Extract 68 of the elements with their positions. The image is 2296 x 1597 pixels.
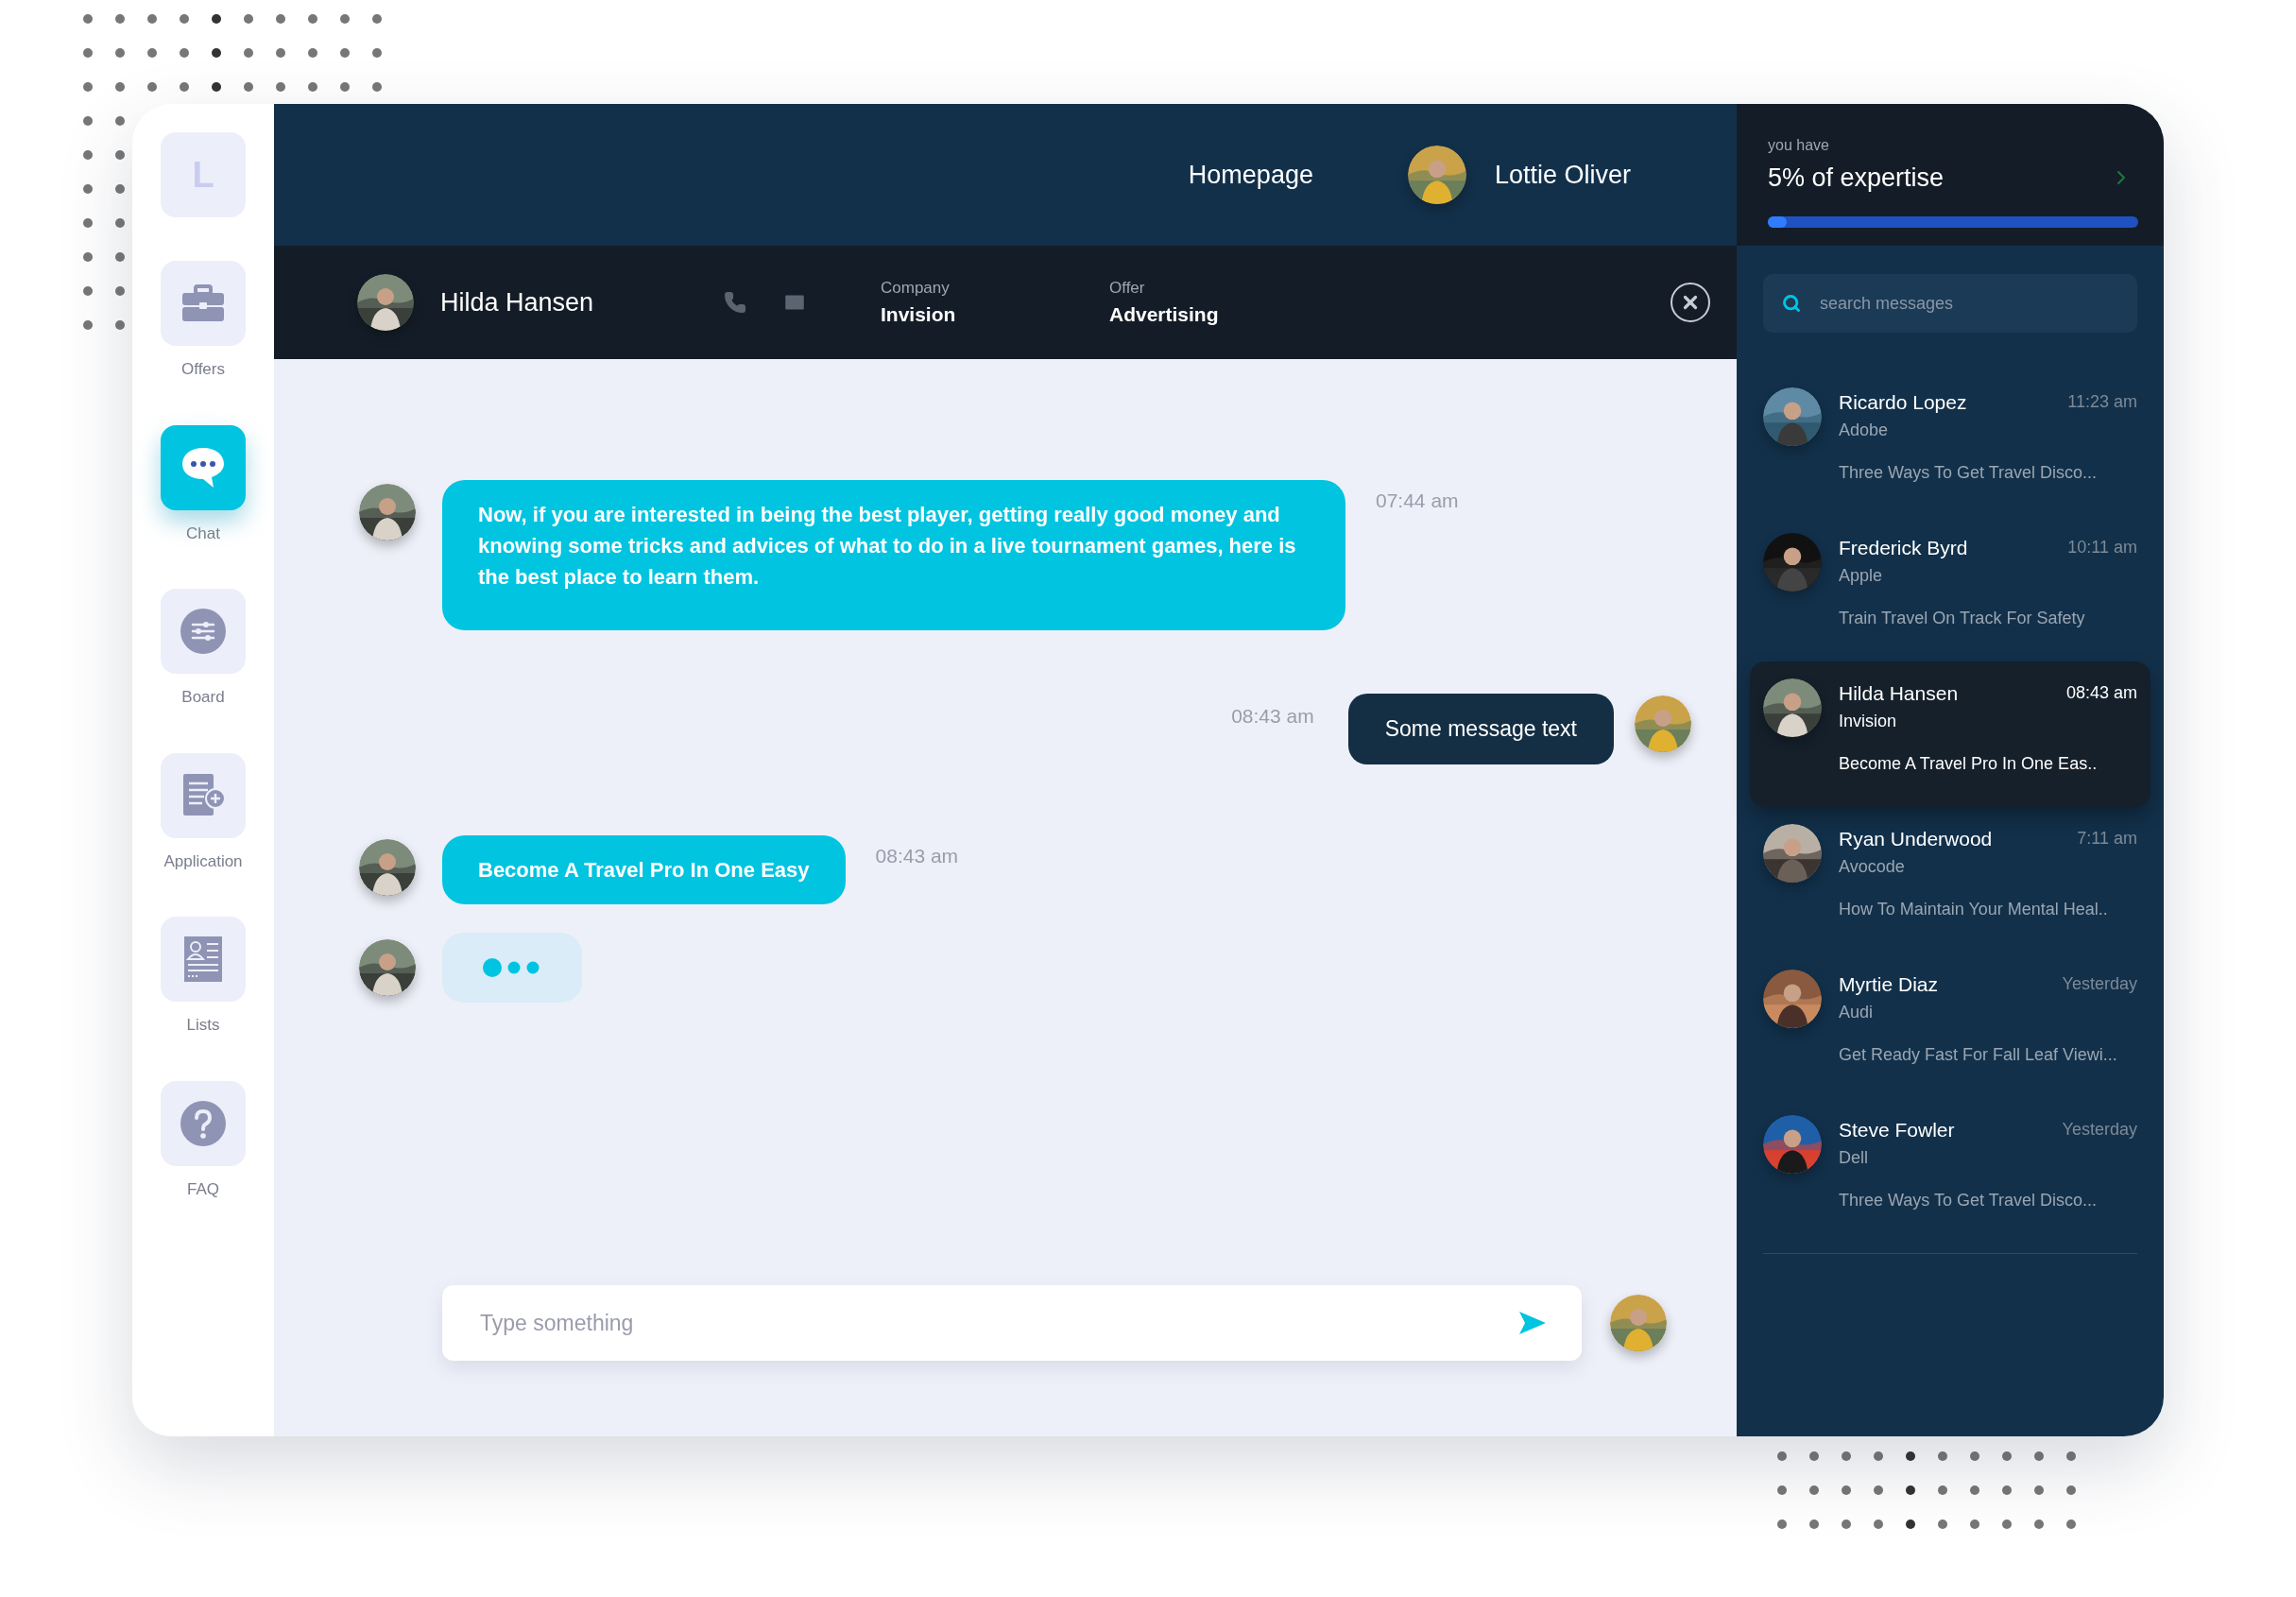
message-preview: Three Ways To Get Travel Disco... [1839, 1189, 2099, 1211]
field-value: Invision [881, 302, 957, 327]
sidebar-tab[interactable] [161, 261, 246, 346]
phone-icon[interactable] [724, 291, 746, 314]
incoming-message: Now, if you are interested in being the best player, getting really good money and knowing some tricks and advices of what to do in a live tournament games, here is the best place to learn them. [442, 480, 1345, 630]
sidebar-tab[interactable] [161, 917, 246, 1002]
search-icon [1782, 294, 1801, 313]
homepage-link[interactable]: Homepage [1188, 155, 1313, 195]
conversation-time: Yesterday [2062, 1119, 2137, 1142]
send-icon[interactable] [1517, 1310, 1548, 1336]
incoming-message: Become A Travel Pro In One Easy [442, 834, 846, 904]
contact-name: Hilda Hansen [440, 286, 595, 318]
conversation-item[interactable]: Myrtie Diaz Yesterday Audi Get Ready Fast For Fall Leaf Viewi... [1750, 953, 2150, 1098]
contact-name: Ryan Underwood [1839, 827, 1993, 851]
contact-name: Myrtie Diaz [1839, 972, 1938, 997]
company-name: Audi [1839, 1001, 1875, 1023]
conversation-item[interactable]: Steve Fowler Yesterday Dell Three Ways To Get Travel Disco... [1750, 1098, 2150, 1244]
conversation-time: 11:23 am [2067, 391, 2137, 414]
conversation-item[interactable]: Ryan Underwood 7:11 am Avocode How To Maintain Your Mental Heal.. [1750, 807, 2150, 953]
message-time: 08:43 am [875, 843, 959, 868]
sidebar-tab[interactable] [161, 424, 246, 510]
sidebar-tab[interactable] [161, 589, 246, 674]
field-label: Offer [1109, 277, 1146, 299]
field-value: Advertising [1109, 302, 1219, 327]
conversation-item[interactable]: Frederick Byrd 10:11 am Apple Train Travel On Track For Safety [1750, 516, 2150, 661]
contact-name: Ricardo Lopez [1839, 390, 1967, 415]
message-preview: Get Ready Fast For Fall Leaf Viewi... [1839, 1043, 2118, 1066]
sidebar-label: Lists [186, 1015, 220, 1036]
message-preview: Become A Travel Pro In One Eas.. [1839, 752, 2099, 775]
sidebar-label: Application [163, 850, 243, 872]
close-button[interactable] [1671, 283, 1710, 322]
search-field[interactable]: search messages [1763, 274, 2137, 333]
message-time: 07:44 am [1376, 489, 1459, 513]
message-time: 08:43 am [1231, 704, 1314, 729]
field-label: Company [881, 277, 951, 299]
sidebar-label: FAQ [187, 1178, 219, 1200]
contact-name: Frederick Byrd [1839, 536, 1968, 560]
company-name: Invision [1839, 710, 1898, 732]
sliders-icon [180, 608, 227, 655]
sidebar-label: Chat [186, 523, 220, 544]
expertise-caption: you have [1768, 136, 1830, 155]
conversation-time: Yesterday [2062, 973, 2137, 996]
contact-name: Hilda Hansen [1839, 681, 1959, 706]
user-name: Lottie Oliver [1494, 159, 1631, 191]
contact-name: Steve Fowler [1839, 1118, 1955, 1142]
message-input[interactable]: Type something [442, 1285, 1582, 1361]
conversation-time: 10:11 am [2067, 537, 2137, 559]
conversation-time: 7:11 am [2077, 828, 2137, 850]
message-preview: Three Ways To Get Travel Disco... [1839, 461, 2099, 484]
help-icon [180, 1099, 227, 1147]
message-preview: Train Travel On Track For Safety [1839, 607, 2086, 629]
company-name: Avocode [1839, 855, 1906, 878]
message-preview: How To Maintain Your Mental Heal.. [1839, 898, 2109, 920]
sidebar-tab[interactable] [161, 1080, 246, 1166]
expertise-title: 5% of expertise [1768, 163, 1945, 194]
company-name: Apple [1839, 564, 1884, 587]
conversation-time: 08:43 am [2065, 682, 2137, 705]
conversation-item[interactable]: Ricardo Lopez 11:23 am Adobe Three Ways To Get Travel Disco... [1750, 370, 2150, 516]
briefcase-icon [180, 284, 226, 322]
contact-card-icon [182, 935, 224, 984]
chat-bubble-icon [180, 445, 227, 489]
conversation-item[interactable]: Hilda Hansen 08:43 am Invision Become A Travel Pro In One Eas.. [1750, 661, 2150, 807]
sidebar-label: Board [181, 687, 225, 708]
company-name: Adobe [1839, 419, 1890, 441]
outgoing-message: Some message text [1347, 694, 1614, 764]
sidebar-tab[interactable] [161, 752, 246, 838]
company-name: Dell [1839, 1146, 1869, 1169]
sidebar-label: Offers [181, 359, 225, 380]
